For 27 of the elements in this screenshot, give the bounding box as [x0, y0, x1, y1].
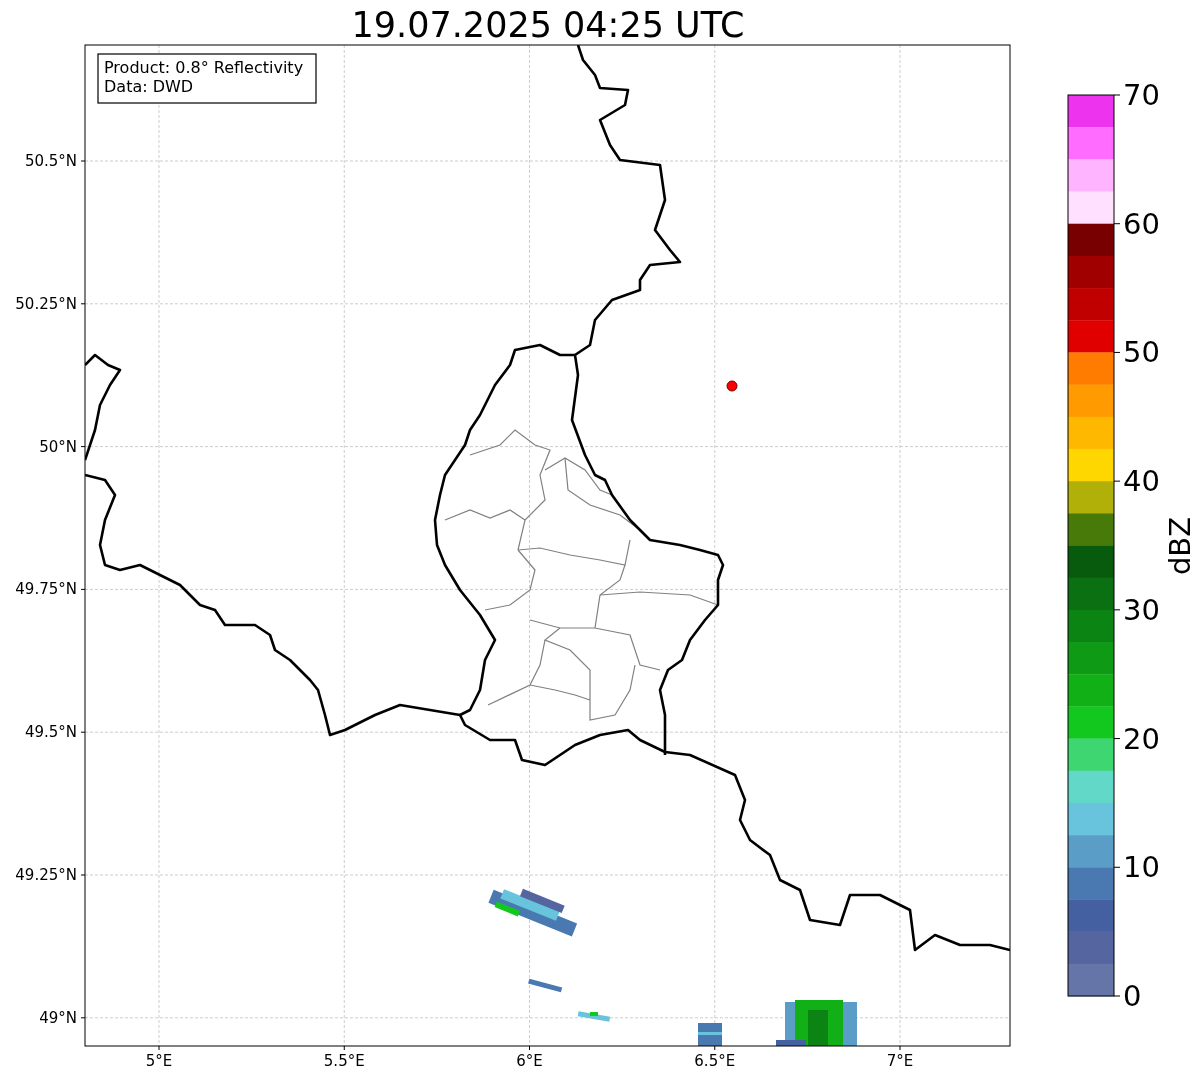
longitude-label: 6°E	[516, 1052, 543, 1070]
latitude-label: 50°N	[39, 437, 77, 456]
figure-title: 19.07.2025 04:25 UTC	[351, 5, 745, 45]
latitude-label: 50.25°N	[15, 294, 77, 313]
colorbar-tick-label: 20	[1123, 721, 1160, 756]
info-text: Data: DWD	[104, 77, 194, 96]
longitude-label: 6.5°E	[694, 1052, 736, 1070]
precipitation-echo	[698, 1023, 722, 1046]
colorbar-tick-label: 50	[1123, 335, 1160, 370]
latitude-label: 49.5°N	[24, 723, 77, 742]
latitude-label: 50.5°N	[24, 152, 77, 170]
colorbar-tick-label: 60	[1123, 206, 1160, 241]
latitude-label: 49.75°N	[15, 580, 77, 599]
latitude-label: 49°N	[39, 1008, 77, 1027]
longitude-label: 5°E	[145, 1052, 173, 1070]
colorbar-tick-label: 10	[1123, 850, 1160, 885]
colorbar-tick-label: 40	[1123, 464, 1160, 499]
colorbar-tick-label: 70	[1123, 78, 1160, 112]
colorbar-tick-label: 0	[1123, 979, 1142, 1013]
longitude-label: 5.5°E	[323, 1052, 365, 1070]
precipitation-echo	[577, 1011, 611, 1022]
radar-site-marker	[726, 380, 738, 392]
latitude-label: 49.25°N	[15, 866, 77, 884]
colorbar-label: dBZ	[1163, 516, 1197, 576]
colorbar-tick-label: 30	[1123, 592, 1160, 627]
info-text: Product: 0.8° Reflectivity	[104, 58, 304, 77]
longitude-label: 7°E	[886, 1052, 914, 1070]
